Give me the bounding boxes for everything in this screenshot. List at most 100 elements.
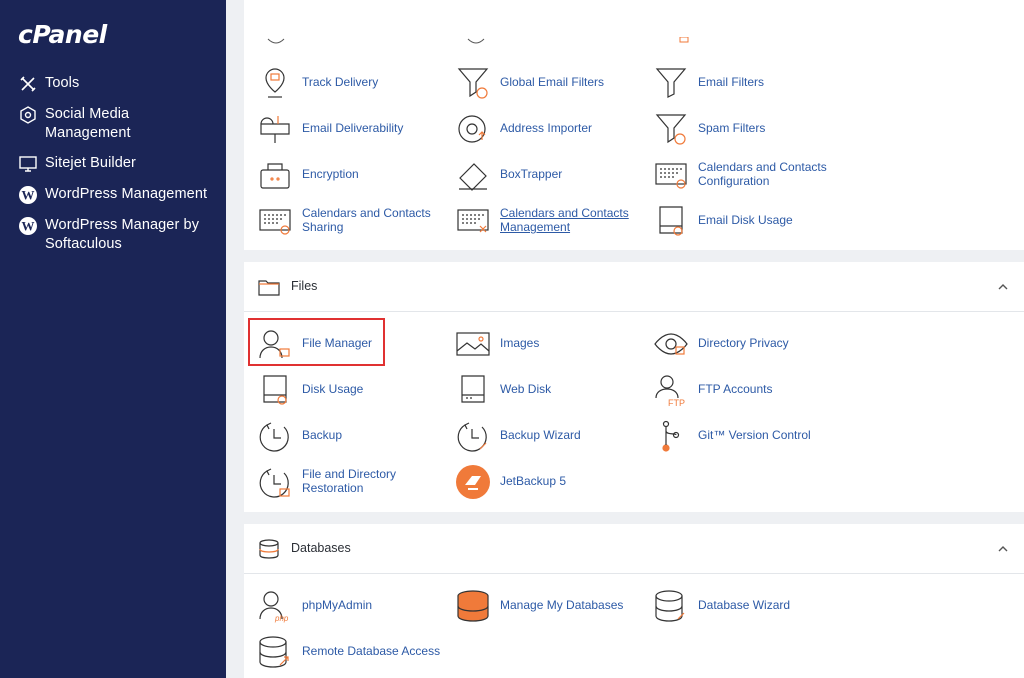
address-importer-icon [456, 112, 490, 146]
web-disk-item[interactable]: Web Disk [456, 369, 646, 409]
git-icon [654, 419, 688, 453]
ftp-accounts-icon: FTP [654, 373, 688, 407]
item-label: Disk Usage [302, 381, 364, 396]
ftp-accounts-item[interactable]: FTP FTP Accounts [654, 369, 844, 409]
databases-panel-header[interactable]: Databases [244, 524, 1024, 574]
item-label: Email Filters [698, 74, 765, 89]
chevron-up-icon[interactable] [996, 542, 1010, 556]
item-label: Calendars and Contacts Management [500, 205, 629, 235]
item-label: FTP Accounts [698, 381, 773, 396]
git-version-control-item[interactable]: Git™ Version Control [654, 415, 844, 455]
manage-databases-icon [456, 589, 490, 623]
global-email-filters-icon [456, 66, 490, 100]
calendar-keyboard-icon [456, 204, 490, 238]
panel-title: Files [291, 279, 318, 293]
item-label: Database Wizard [698, 597, 791, 612]
svg-text:W: W [22, 219, 35, 234]
item-label: Calendars and Contacts Sharing [302, 205, 431, 235]
file-manager-icon [258, 327, 292, 361]
item-label: Web Disk [500, 381, 552, 396]
track-delivery-item[interactable]: Track Delivery [258, 62, 448, 102]
email-disk-usage-item[interactable]: Email Disk Usage [654, 200, 844, 240]
calendar-keyboard-icon [258, 204, 292, 238]
address-importer-item[interactable]: Address Importer [456, 108, 646, 148]
calendars-management-item[interactable]: Calendars and Contacts Management [456, 200, 646, 240]
calendars-config-item[interactable]: Calendars and Contacts Configuration [654, 154, 844, 194]
sidebar-item-label: Sitejet Builder [45, 155, 136, 171]
sidebar-item-wordpress-management[interactable]: W WordPress Management [0, 185, 226, 205]
chevron-up-icon[interactable] [996, 280, 1010, 294]
file-manager-item[interactable]: File Manager [258, 323, 448, 363]
file-directory-restoration-item[interactable]: File and Directory Restoration [258, 461, 448, 501]
jetbackup-logo-icon [456, 465, 490, 499]
images-item[interactable]: Images [456, 323, 646, 363]
web-disk-icon [456, 373, 490, 407]
tools-icon [18, 74, 38, 94]
track-delivery-icon [258, 66, 292, 100]
mailbox-icon [258, 112, 292, 146]
remote-database-access-item[interactable]: Remote Database Access [258, 631, 448, 671]
item-label: Encryption [302, 166, 359, 181]
disk-usage-item[interactable]: Disk Usage [258, 369, 448, 409]
database-wizard-item[interactable]: Database Wizard [654, 585, 844, 625]
item-label: File Manager [302, 335, 373, 350]
sidebar-item-label: Tools [45, 75, 80, 91]
sidebar-item-tools[interactable]: Tools [0, 74, 226, 94]
boxtrapper-item[interactable]: BoxTrapper [456, 154, 646, 194]
cpanel-logo[interactable]: cPanel [18, 20, 107, 49]
sidebar-item-sitejet[interactable]: Sitejet Builder [0, 154, 226, 174]
phpmyadmin-item[interactable]: php phpMyAdmin [258, 585, 448, 625]
email-deliverability-item[interactable]: Email Deliverability [258, 108, 448, 148]
jetbackup-item[interactable]: JetBackup 5 [456, 461, 646, 501]
wordpress-icon: W [18, 185, 38, 205]
sidebar-item-social-media[interactable]: Social Media Management [0, 105, 226, 143]
item-label: Git™ Version Control [698, 427, 811, 442]
global-email-filters-item[interactable]: Global Email Filters [456, 62, 646, 102]
backup-item[interactable]: Backup [258, 415, 448, 455]
cropped-icons [267, 36, 689, 44]
partial-icons-row [260, 36, 760, 48]
folder-icon [258, 276, 280, 298]
item-label: Backup [302, 427, 343, 442]
item-label: Manage My Databases [500, 597, 624, 612]
disk-usage-icon [258, 373, 292, 407]
database-wizard-icon [654, 589, 688, 623]
sidebar-item-label: WordPress Management [45, 186, 208, 202]
item-label: Address Importer [500, 120, 593, 135]
item-label: Spam Filters [698, 120, 766, 135]
wordpress-icon: W [18, 216, 38, 236]
item-label: Global Email Filters [500, 74, 605, 89]
social-media-icon [18, 105, 38, 125]
boxtrapper-icon [456, 158, 490, 192]
directory-privacy-item[interactable]: Directory Privacy [654, 323, 844, 363]
spam-filters-icon [654, 112, 688, 146]
item-label: Directory Privacy [698, 335, 789, 350]
calendars-sharing-item[interactable]: Calendars and Contacts Sharing [258, 200, 448, 240]
sidebar-item-wordpress-softaculous[interactable]: W WordPress Manager by Softaculous [0, 216, 226, 254]
item-label: Images [500, 335, 540, 350]
svg-text:W: W [22, 188, 35, 203]
backup-wizard-item[interactable]: Backup Wizard [456, 415, 646, 455]
svg-text:php: php [274, 614, 289, 623]
phpmyadmin-icon: php [258, 589, 292, 623]
email-filters-icon [654, 66, 688, 100]
email-panel: Track Delivery Global Email Filters Emai… [244, 0, 1024, 250]
encryption-item[interactable]: Encryption [258, 154, 448, 194]
email-filters-item[interactable]: Email Filters [654, 62, 844, 102]
sidebar-item-label: Social Media Management [45, 106, 131, 141]
calendar-keyboard-icon [654, 158, 688, 192]
files-panel-header[interactable]: Files [244, 262, 1024, 312]
item-label: phpMyAdmin [302, 597, 373, 612]
manage-my-databases-item[interactable]: Manage My Databases [456, 585, 646, 625]
sidebar: cPanel Tools Social Media Management Sit… [0, 0, 226, 678]
item-label: Remote Database Access [302, 643, 441, 658]
remote-database-icon [258, 635, 292, 669]
item-label: BoxTrapper [500, 166, 563, 181]
eye-icon [654, 327, 688, 361]
database-icon [258, 538, 280, 560]
disk-usage-icon [654, 204, 688, 238]
spam-filters-item[interactable]: Spam Filters [654, 108, 844, 148]
item-label: Email Disk Usage [698, 212, 793, 227]
panel-title: Databases [291, 541, 351, 555]
sitejet-icon [18, 154, 38, 174]
